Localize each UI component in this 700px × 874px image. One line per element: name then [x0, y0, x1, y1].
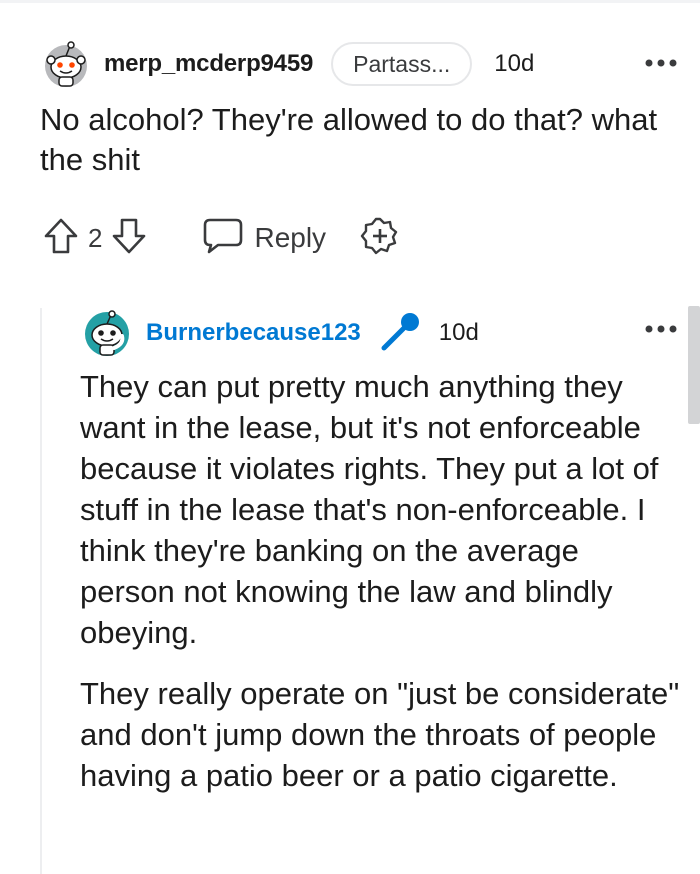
user-flair: Partass...	[331, 42, 473, 86]
vote-score: 2	[88, 222, 103, 253]
reply-comment-header: Burnerbecause123 10d	[80, 308, 479, 358]
thread-line[interactable]	[40, 308, 42, 874]
comment-username[interactable]: merp_mcderp9459	[104, 50, 313, 78]
top-divider	[0, 0, 700, 3]
reply-label: Reply	[254, 222, 327, 253]
scrollbar-thumb[interactable]	[688, 306, 700, 424]
upvote-arrow-icon[interactable]	[40, 215, 82, 262]
microphone-icon	[379, 309, 423, 358]
snoo-avatar-icon[interactable]	[80, 308, 134, 358]
comment-username[interactable]: Burnerbecause123	[146, 319, 361, 347]
comment-thread: merp_mcderp9459 Partass... 10d No alcoho…	[0, 0, 700, 874]
comment-age: 10d	[494, 50, 535, 77]
reply-comment-body: They can put pretty much anything they w…	[80, 366, 680, 816]
comment-body: No alcohol? They're allowed to do that? …	[40, 102, 658, 177]
more-options-icon[interactable]	[643, 322, 679, 334]
speech-bubble-icon	[202, 216, 244, 261]
comment-age: 10d	[438, 319, 479, 346]
more-options-icon[interactable]	[643, 56, 679, 68]
snoo-avatar-icon[interactable]	[40, 40, 92, 88]
comment-actions: 2 Reply	[40, 214, 400, 262]
comment-paragraph: They really operate on "just be consider…	[80, 676, 680, 793]
reply-button[interactable]: Reply	[202, 216, 326, 261]
comment-paragraph: They can put pretty much anything they w…	[80, 369, 659, 650]
comment-header: merp_mcderp9459 Partass... 10d	[40, 40, 534, 88]
award-plus-icon[interactable]	[360, 216, 400, 261]
downvote-arrow-icon[interactable]	[108, 215, 150, 262]
